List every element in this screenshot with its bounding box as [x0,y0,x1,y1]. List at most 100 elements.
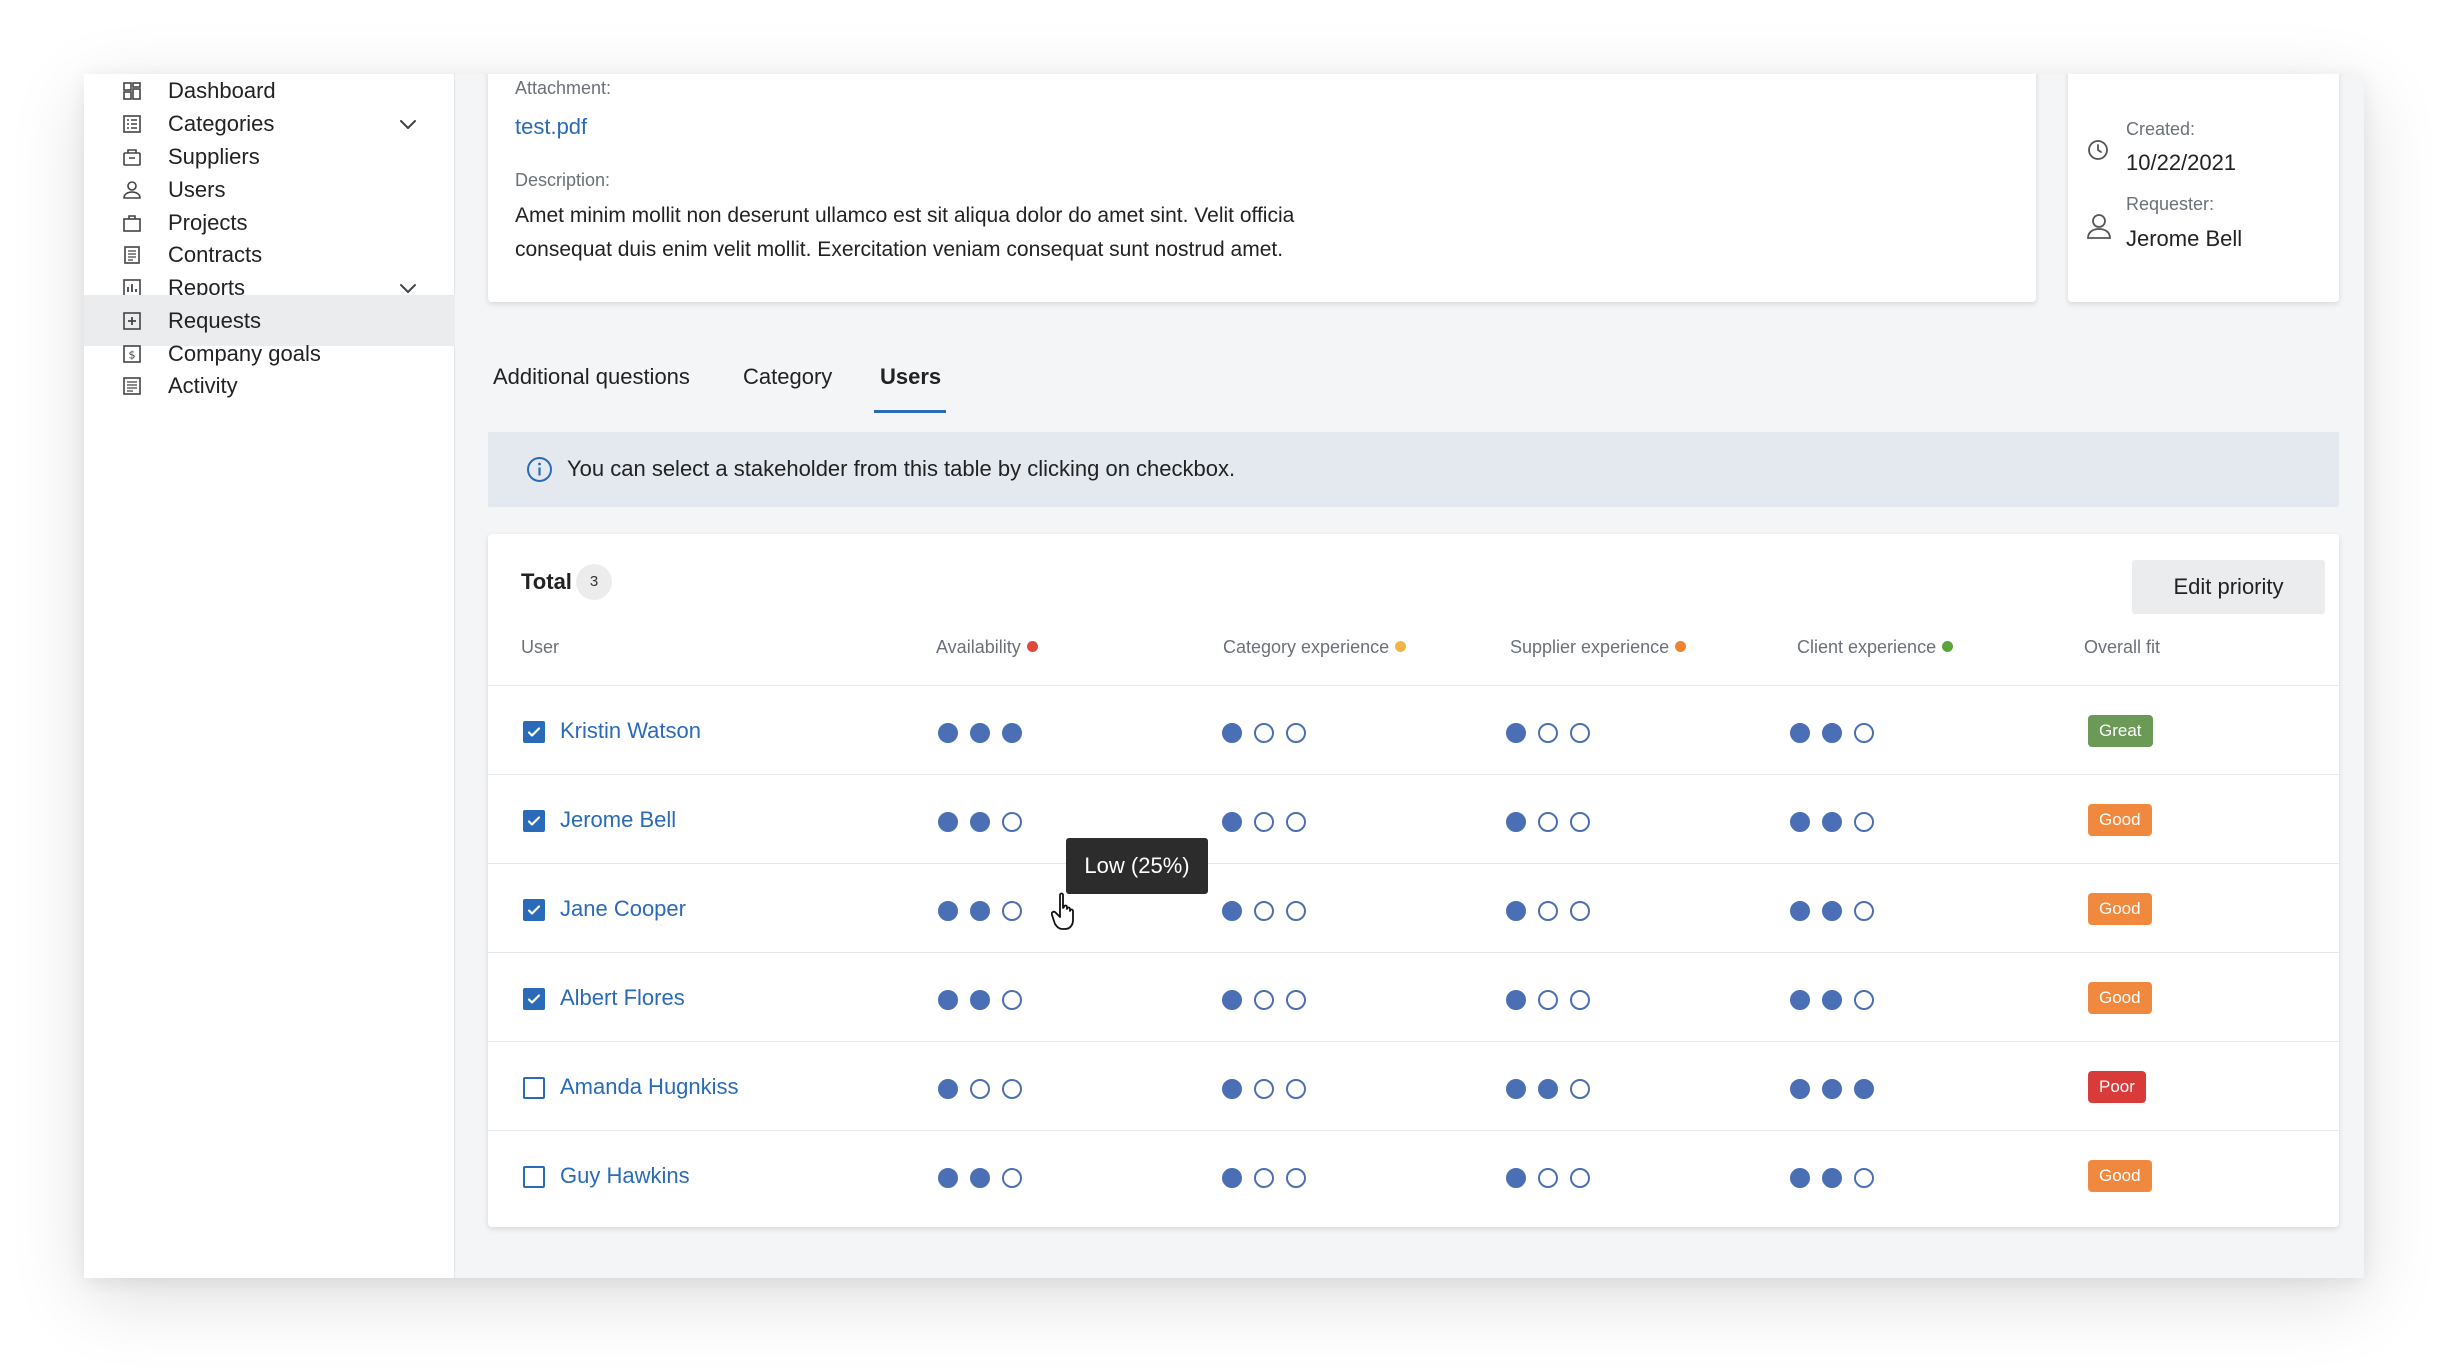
clock-icon [2086,138,2110,162]
rating-dot[interactable] [1254,1079,1274,1099]
hand-pointer-cursor-icon [1050,892,1081,932]
stakeholder-checkbox[interactable] [523,721,545,743]
rating-dot[interactable] [1506,723,1526,743]
rating-dot[interactable] [938,1079,958,1099]
rating-dot[interactable] [1538,1079,1558,1099]
attachment-link[interactable]: test.pdf [515,114,587,140]
rating-dot[interactable] [1570,723,1590,743]
rating-dot[interactable] [1570,812,1590,832]
rating-dot[interactable] [1222,1168,1242,1188]
rating-dot[interactable] [1822,990,1842,1010]
tab-users[interactable]: Users [880,364,941,390]
rating-dot[interactable] [1254,1168,1274,1188]
rating-dot[interactable] [970,1168,990,1188]
rating-dot[interactable] [938,901,958,921]
rating-dot[interactable] [1506,990,1526,1010]
rating-dot[interactable] [938,990,958,1010]
rating-dot[interactable] [1538,901,1558,921]
rating-dot[interactable] [1854,812,1874,832]
rating-dot[interactable] [1790,990,1810,1010]
column-header-user-label: User [521,637,560,657]
table-row: Jerome Bell Good [488,775,2339,864]
user-name-link[interactable]: Jerome Bell [560,807,676,833]
rating-dot[interactable] [1538,990,1558,1010]
rating-dot[interactable] [1222,1079,1242,1099]
rating-dot[interactable] [1506,1079,1526,1099]
rating-dot[interactable] [1790,901,1810,921]
rating-dot[interactable] [1506,1168,1526,1188]
rating-dot[interactable] [1570,901,1590,921]
rating-dot[interactable] [1002,723,1022,743]
rating-dot[interactable] [1538,723,1558,743]
column-header-category-experience: Category experience [1223,637,1407,658]
rating-dot[interactable] [1254,723,1274,743]
rating-dot[interactable] [1570,1079,1590,1099]
rating-dot[interactable] [1570,1168,1590,1188]
rating-dot[interactable] [1002,1079,1022,1099]
client-rating [1790,812,1874,832]
rating-dot[interactable] [1790,1079,1810,1099]
rating-dot[interactable] [970,723,990,743]
rating-dot[interactable] [970,990,990,1010]
rating-dot[interactable] [1854,1168,1874,1188]
rating-dot[interactable] [1286,1168,1306,1188]
rating-dot[interactable] [1570,990,1590,1010]
rating-dot[interactable] [938,1168,958,1188]
rating-dot[interactable] [1222,901,1242,921]
rating-dot[interactable] [1822,901,1842,921]
rating-dot[interactable] [1254,812,1274,832]
user-name-link[interactable]: Albert Flores [560,985,685,1011]
table-row: Jane Cooper Good [488,864,2339,953]
rating-dot[interactable] [1790,723,1810,743]
stakeholder-checkbox[interactable] [523,1166,545,1188]
rating-dot[interactable] [1822,812,1842,832]
rating-dot[interactable] [938,723,958,743]
user-name-link[interactable]: Jane Cooper [560,896,686,922]
rating-dot[interactable] [1790,812,1810,832]
tab-additional-questions[interactable]: Additional questions [493,364,690,390]
rating-dot[interactable] [1254,990,1274,1010]
created-label: Created: [2126,119,2196,139]
rating-dot[interactable] [1286,1079,1306,1099]
user-name-link[interactable]: Amanda Hugnkiss [560,1074,739,1100]
rating-dot[interactable] [1506,901,1526,921]
availability-priority-dot [1026,641,1038,652]
rating-dot[interactable] [1002,812,1022,832]
rating-dot[interactable] [1002,1168,1022,1188]
rating-dot[interactable] [1222,990,1242,1010]
stakeholder-checkbox[interactable] [523,899,545,921]
rating-dot[interactable] [1222,723,1242,743]
rating-dot[interactable] [1790,1168,1810,1188]
rating-dot[interactable] [1854,723,1874,743]
rating-dot[interactable] [1854,901,1874,921]
rating-dot[interactable] [1286,990,1306,1010]
tab-category[interactable]: Category [743,364,832,390]
stakeholder-checkbox[interactable] [523,1077,545,1099]
rating-dot[interactable] [1222,812,1242,832]
user-name-link[interactable]: Kristin Watson [560,718,701,744]
rating-dot[interactable] [938,812,958,832]
rating-dot[interactable] [970,901,990,921]
sidebar-item-activity[interactable]: Activity [84,360,455,411]
rating-dot[interactable] [1854,1079,1874,1099]
user-name-link[interactable]: Guy Hawkins [560,1163,690,1189]
rating-dot[interactable] [1854,990,1874,1010]
rating-dot[interactable] [1002,901,1022,921]
rating-dot[interactable] [970,1079,990,1099]
rating-dot[interactable] [1822,1079,1842,1099]
rating-dot[interactable] [1538,1168,1558,1188]
rating-dot[interactable] [1822,1168,1842,1188]
rating-dot[interactable] [1286,723,1306,743]
edit-priority-button[interactable]: Edit priority [2132,560,2325,614]
column-header-supplier-experience-label: Supplier experience [1510,637,1670,657]
rating-dot[interactable] [1254,901,1274,921]
rating-dot[interactable] [970,812,990,832]
stakeholder-checkbox[interactable] [523,988,545,1010]
rating-dot[interactable] [1286,901,1306,921]
rating-dot[interactable] [1286,812,1306,832]
stakeholder-checkbox[interactable] [523,810,545,832]
rating-dot[interactable] [1506,812,1526,832]
rating-dot[interactable] [1538,812,1558,832]
rating-dot[interactable] [1822,723,1842,743]
rating-dot[interactable] [1002,990,1022,1010]
